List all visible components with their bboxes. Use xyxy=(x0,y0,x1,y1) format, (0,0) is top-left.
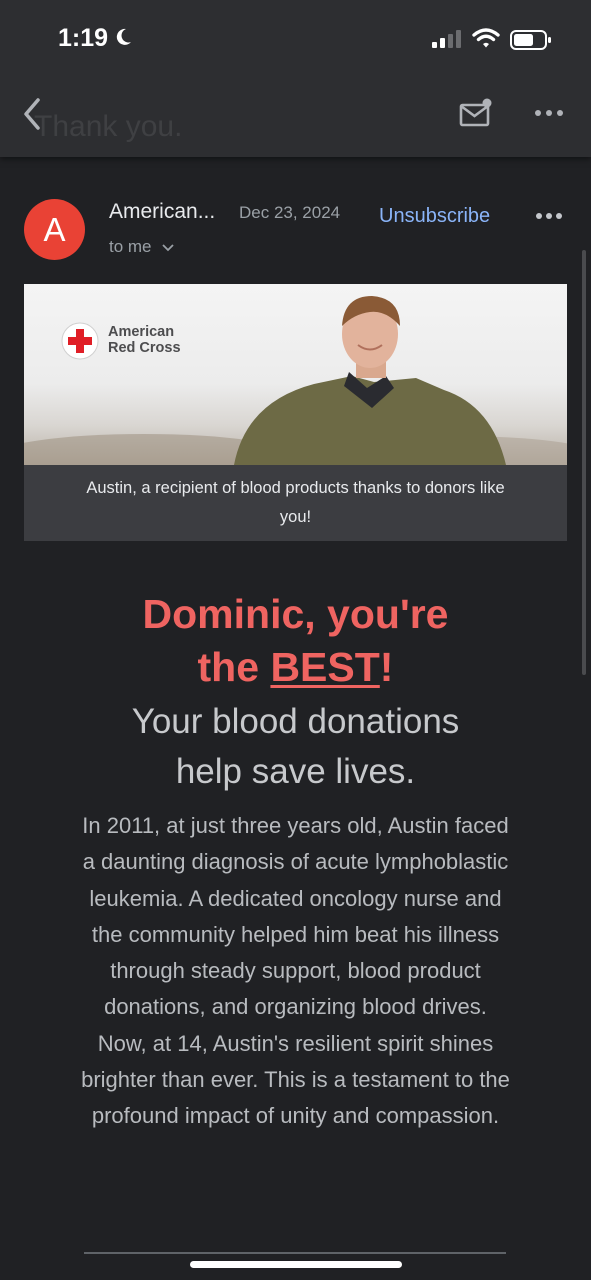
headline: Dominic, you're the BEST! xyxy=(0,588,591,694)
story-paragraph: In 2011, at just three years old, Austin… xyxy=(81,813,510,1129)
hero-image: American Red Cross xyxy=(24,284,567,465)
chevron-down-icon xyxy=(162,243,174,251)
headline-line2: the BEST! xyxy=(0,641,591,694)
mark-unread-icon[interactable] xyxy=(458,98,494,128)
logo-line2: Red Cross xyxy=(108,340,181,356)
recipient-details[interactable]: to me xyxy=(109,237,174,257)
hero-caption: Austin, a recipient of blood products th… xyxy=(24,465,567,541)
moon-icon xyxy=(116,28,131,45)
recipient-label: to me xyxy=(109,237,152,256)
headline-line1: Dominic, you're xyxy=(142,591,449,637)
headline-suffix: ! xyxy=(379,644,394,690)
subhead-line2: help save lives. xyxy=(175,752,416,791)
wifi-icon xyxy=(472,28,500,48)
red-cross-logo xyxy=(61,322,99,360)
top-bar: 1:19 Thank you. xyxy=(0,0,591,157)
cellular-signal-icon xyxy=(432,30,461,48)
battery-icon xyxy=(510,30,551,50)
logo-text: American Red Cross xyxy=(108,324,181,356)
subhead-line1: Your blood donations xyxy=(131,702,460,741)
scrollbar[interactable] xyxy=(582,250,586,675)
message-date: Dec 23, 2024 xyxy=(239,203,341,222)
divider xyxy=(84,1252,506,1254)
message-more-icon[interactable] xyxy=(535,211,563,221)
headline-emphasis: BEST xyxy=(270,644,380,690)
status-time: 1:19 xyxy=(58,24,109,52)
ghost-subject: Thank you. xyxy=(34,110,183,143)
back-arrow-icon[interactable] xyxy=(20,96,46,132)
headline-prefix: the xyxy=(197,644,271,690)
subheadline: Your blood donations help save lives. xyxy=(0,697,591,797)
sender-avatar[interactable]: A xyxy=(24,199,85,260)
sender-name[interactable]: American... xyxy=(109,200,215,224)
home-indicator[interactable] xyxy=(190,1261,402,1268)
logo-line1: American xyxy=(108,324,175,340)
unsubscribe-link[interactable]: Unsubscribe xyxy=(379,205,490,228)
hero-photo xyxy=(24,296,567,465)
hero-caption-text: Austin, a recipient of blood products th… xyxy=(86,479,505,526)
more-options-icon[interactable] xyxy=(534,108,564,118)
